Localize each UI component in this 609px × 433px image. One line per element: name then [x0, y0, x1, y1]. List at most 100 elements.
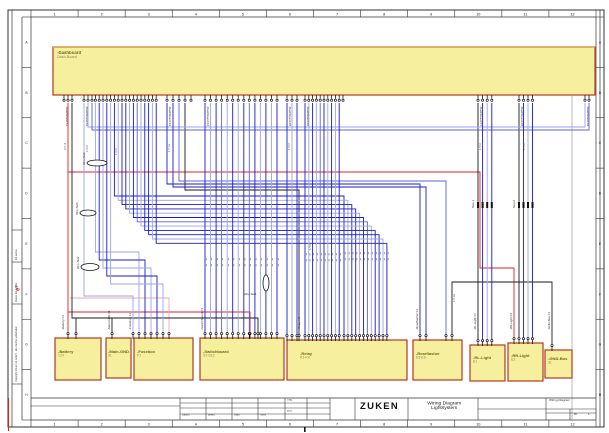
wire[interactable]: [185, 103, 299, 334]
pin[interactable]: [482, 99, 484, 101]
pin[interactable]: [347, 335, 349, 337]
pin[interactable]: [232, 333, 234, 335]
pin[interactable]: [331, 335, 333, 337]
pin[interactable]: [327, 99, 329, 101]
wire[interactable]: [141, 103, 371, 334]
pin[interactable]: [150, 333, 152, 335]
pin[interactable]: [111, 333, 113, 335]
wire[interactable]: [133, 103, 363, 334]
pin[interactable]: [140, 99, 142, 101]
pin[interactable]: [129, 99, 131, 101]
pin[interactable]: [362, 335, 364, 337]
pin[interactable]: [338, 335, 340, 337]
pin[interactable]: [334, 99, 336, 101]
pin[interactable]: [71, 99, 73, 101]
pin[interactable]: [155, 99, 157, 101]
pin[interactable]: [522, 338, 524, 340]
pin[interactable]: [151, 99, 153, 101]
pin[interactable]: [588, 99, 590, 101]
pin[interactable]: [584, 99, 586, 101]
pin[interactable]: [315, 99, 317, 101]
pin[interactable]: [374, 335, 376, 337]
pin[interactable]: [359, 335, 361, 337]
pin[interactable]: [248, 333, 250, 335]
pin[interactable]: [106, 99, 108, 101]
component-block[interactable]: [134, 338, 193, 380]
pin[interactable]: [319, 335, 321, 337]
pin[interactable]: [491, 99, 493, 101]
pin[interactable]: [425, 335, 427, 337]
pin[interactable]: [370, 335, 372, 337]
pin[interactable]: [286, 335, 288, 337]
pin[interactable]: [132, 99, 134, 101]
pin[interactable]: [215, 99, 217, 101]
pin[interactable]: [286, 99, 288, 101]
pin[interactable]: [121, 99, 123, 101]
pin[interactable]: [265, 333, 267, 335]
pin[interactable]: [237, 333, 239, 335]
pin[interactable]: [75, 333, 77, 335]
pin[interactable]: [254, 333, 256, 335]
inline-connector[interactable]: [532, 202, 534, 208]
pin[interactable]: [304, 99, 306, 101]
pin[interactable]: [551, 345, 553, 347]
pin[interactable]: [243, 99, 245, 101]
pin[interactable]: [445, 335, 447, 337]
pin[interactable]: [315, 335, 317, 337]
pin[interactable]: [67, 333, 69, 335]
pin[interactable]: [323, 335, 325, 337]
wire[interactable]: [137, 103, 367, 334]
pin[interactable]: [248, 99, 250, 101]
pin[interactable]: [148, 99, 150, 101]
pin[interactable]: [308, 335, 310, 337]
pin[interactable]: [312, 99, 314, 101]
wire[interactable]: [130, 103, 360, 334]
pin[interactable]: [125, 99, 127, 101]
pin[interactable]: [113, 99, 115, 101]
wire[interactable]: [68, 312, 250, 332]
pin[interactable]: [162, 333, 164, 335]
inline-connector[interactable]: [482, 202, 484, 208]
pin[interactable]: [308, 99, 310, 101]
pin[interactable]: [531, 338, 533, 340]
pin[interactable]: [232, 99, 234, 101]
inline-connector[interactable]: [527, 202, 529, 208]
component-block[interactable]: [287, 340, 407, 380]
pin[interactable]: [190, 99, 192, 101]
pin[interactable]: [419, 335, 421, 337]
component-block[interactable]: [200, 338, 284, 380]
pin[interactable]: [63, 99, 65, 101]
pin[interactable]: [296, 335, 298, 337]
pin[interactable]: [259, 99, 261, 101]
component-block[interactable]: [508, 343, 543, 381]
pin[interactable]: [87, 99, 89, 101]
pin[interactable]: [226, 99, 228, 101]
pin[interactable]: [156, 333, 158, 335]
pin[interactable]: [531, 99, 533, 101]
pin[interactable]: [319, 99, 321, 101]
pin[interactable]: [204, 99, 206, 101]
pin[interactable]: [172, 99, 174, 101]
pin[interactable]: [178, 99, 180, 101]
pin[interactable]: [451, 335, 453, 337]
pin[interactable]: [477, 340, 479, 342]
pin[interactable]: [221, 99, 223, 101]
pin[interactable]: [168, 333, 170, 335]
inline-connector[interactable]: [491, 202, 493, 208]
pin[interactable]: [378, 335, 380, 337]
pin[interactable]: [334, 335, 336, 337]
pin[interactable]: [312, 335, 314, 337]
pin[interactable]: [209, 333, 211, 335]
pin[interactable]: [482, 340, 484, 342]
pin[interactable]: [342, 99, 344, 101]
pin[interactable]: [204, 333, 206, 335]
wire-set-splice[interactable]: [87, 160, 107, 166]
pin[interactable]: [276, 99, 278, 101]
pin[interactable]: [343, 335, 345, 337]
pin[interactable]: [184, 99, 186, 101]
pin[interactable]: [166, 99, 168, 101]
pin[interactable]: [331, 99, 333, 101]
pin[interactable]: [144, 99, 146, 101]
component-block[interactable]: [55, 338, 101, 380]
pin[interactable]: [486, 99, 488, 101]
